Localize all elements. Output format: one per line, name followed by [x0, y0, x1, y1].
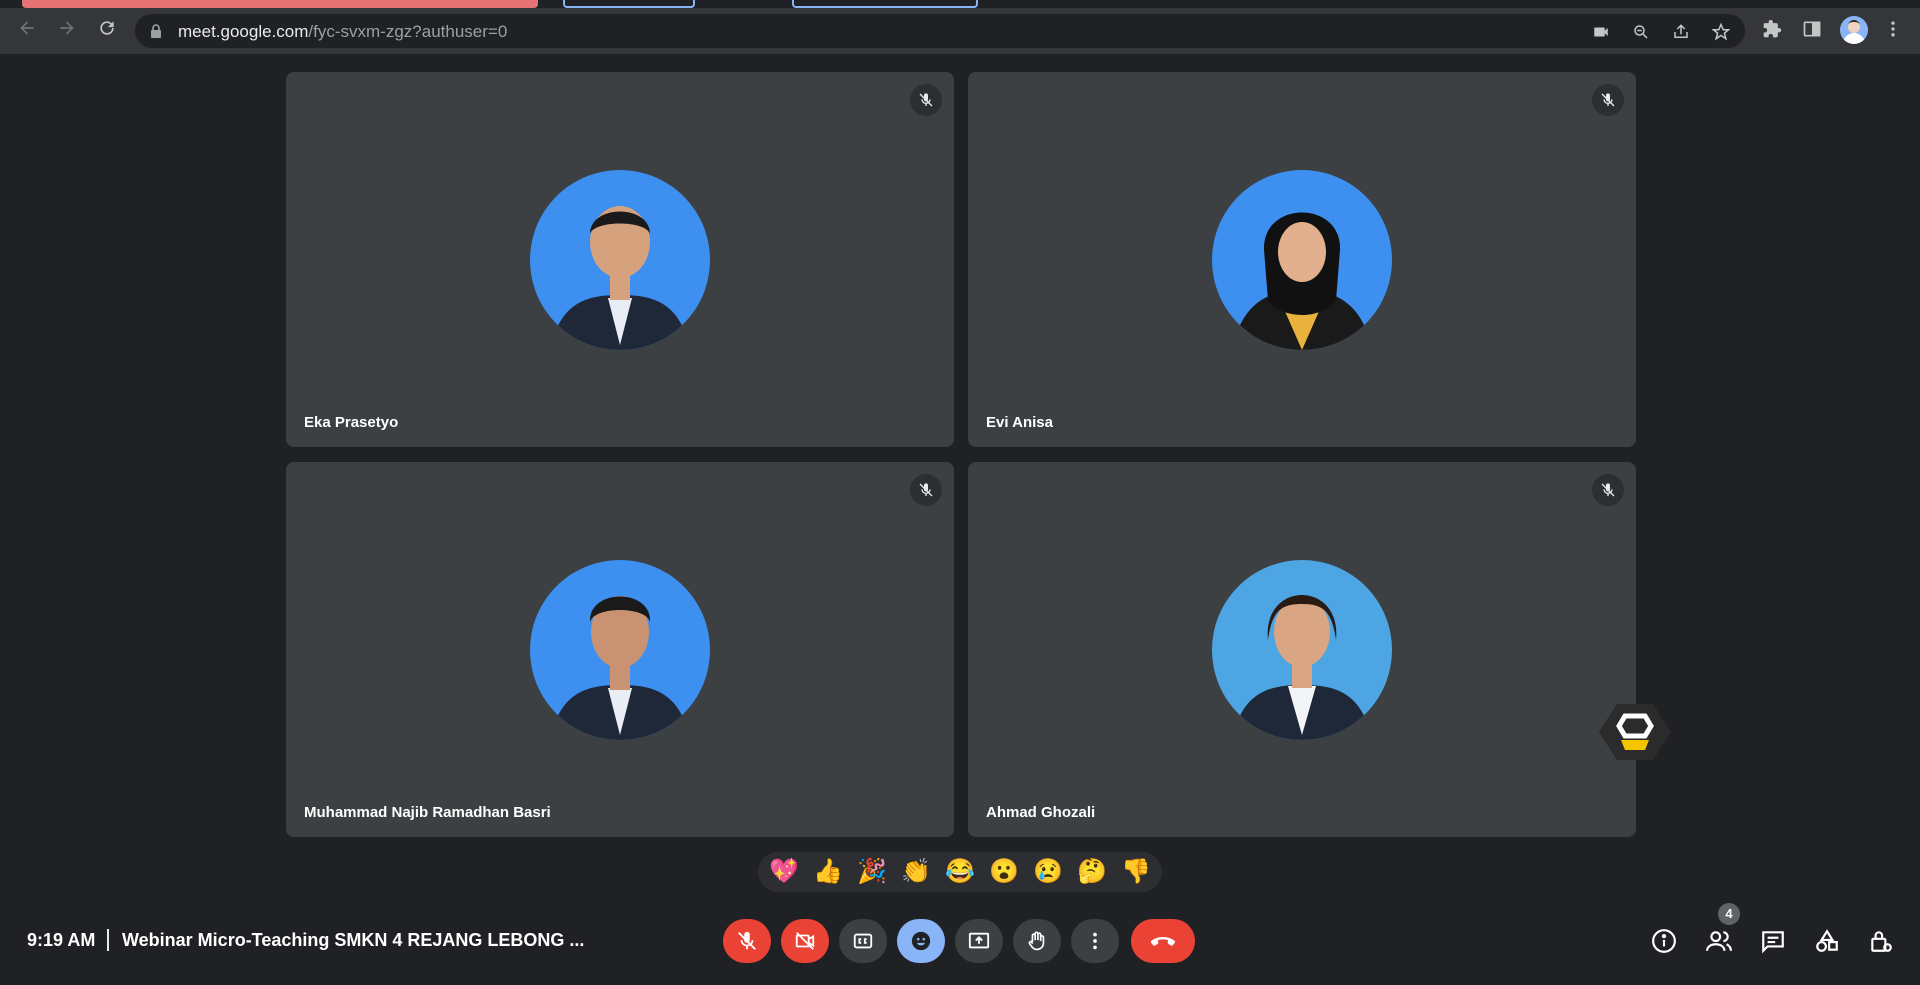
captions-icon	[853, 933, 873, 949]
emoji-icon	[911, 931, 931, 951]
muted-mic-icon	[910, 84, 942, 116]
zoom-icon[interactable]	[1630, 21, 1652, 43]
participant-tile[interactable]: Eka Prasetyo	[286, 72, 954, 447]
floating-extension-icon[interactable]	[1599, 702, 1671, 762]
reaction-thumbs-up[interactable]: 👍	[808, 852, 848, 892]
leave-call-button[interactable]	[1131, 919, 1195, 963]
reaction-bar: 💖 👍 🎉 👏 😂 😮 😢 🤔 👎	[758, 852, 1162, 892]
participant-tile[interactable]: Evi Anisa	[968, 72, 1636, 447]
reaction-clapping[interactable]: 👏	[896, 852, 936, 892]
side-panel-icon[interactable]	[1799, 16, 1825, 42]
url-text[interactable]: meet.google.com/fyc-svxm-zgz?authuser=0	[178, 22, 507, 42]
tab-indicator[interactable]	[22, 0, 538, 8]
participant-name: Eka Prasetyo	[304, 414, 399, 431]
reaction-laughing[interactable]: 😂	[940, 852, 980, 892]
camera-toggle-button[interactable]	[781, 919, 829, 963]
reaction-thinking[interactable]: 🤔	[1072, 852, 1112, 892]
url-path: /fyc-svxm-zgz?authuser=0	[308, 22, 508, 41]
avatar	[530, 170, 710, 350]
reaction-surprised[interactable]: 😮	[984, 852, 1024, 892]
present-icon	[968, 932, 990, 949]
url-host: meet.google.com	[178, 22, 309, 41]
avatar	[1212, 170, 1392, 350]
profile-avatar[interactable]	[1840, 16, 1868, 44]
tab-indicator[interactable]	[563, 0, 695, 8]
muted-mic-icon	[1592, 84, 1624, 116]
reaction-sparkling-heart[interactable]: 💖	[764, 852, 804, 892]
emoji-reaction-button[interactable]	[897, 919, 945, 963]
meeting-clock: 9:19 AM	[27, 930, 96, 950]
muted-mic-icon	[1592, 474, 1624, 506]
reaction-party-popper[interactable]: 🎉	[852, 852, 892, 892]
reaction-thumbs-down[interactable]: 👎	[1116, 852, 1156, 892]
browser-menu-icon[interactable]	[1880, 16, 1906, 42]
chat-icon[interactable]	[1758, 926, 1788, 956]
meeting-title: Webinar Micro-Teaching SMKN 4 REJANG LEB…	[122, 930, 585, 950]
participant-tile[interactable]: Muhammad Najib Ramadhan Basri	[286, 462, 954, 837]
muted-mic-icon	[910, 474, 942, 506]
address-bar[interactable]: meet.google.com/fyc-svxm-zgz?authuser=0	[135, 14, 1745, 48]
more-vert-icon	[1093, 932, 1097, 950]
participant-name: Muhammad Najib Ramadhan Basri	[304, 804, 551, 821]
meeting-details-icon[interactable]	[1649, 926, 1679, 956]
more-options-button[interactable]	[1071, 919, 1119, 963]
people-count-badge: 4	[1718, 903, 1740, 925]
hand-icon	[1028, 931, 1045, 951]
tab-strip	[0, 0, 1920, 8]
hang-up-icon	[1150, 937, 1176, 946]
activities-icon[interactable]	[1812, 926, 1842, 956]
raise-hand-button[interactable]	[1013, 919, 1061, 963]
mic-toggle-button[interactable]	[723, 919, 771, 963]
people-icon[interactable]	[1704, 926, 1734, 956]
share-icon[interactable]	[1670, 21, 1692, 43]
bookmark-star-icon[interactable]	[1710, 21, 1732, 43]
avatar	[530, 560, 710, 740]
captions-button[interactable]	[839, 919, 887, 963]
forward-button[interactable]	[53, 14, 81, 42]
participant-name: Evi Anisa	[986, 414, 1053, 431]
divider	[107, 929, 109, 951]
camera-icon[interactable]	[1590, 21, 1612, 43]
mic-off-icon	[738, 931, 756, 950]
reaction-crying[interactable]: 😢	[1028, 852, 1068, 892]
extensions-icon[interactable]	[1759, 16, 1785, 42]
participant-name: Ahmad Ghozali	[986, 804, 1096, 821]
browser-toolbar: meet.google.com/fyc-svxm-zgz?authuser=0	[0, 0, 1920, 54]
reload-button[interactable]	[93, 14, 121, 42]
participant-tile[interactable]: Ahmad Ghozali	[968, 462, 1636, 837]
lock-icon	[151, 24, 161, 38]
tab-indicator[interactable]	[792, 0, 978, 8]
camera-off-icon	[795, 932, 815, 950]
host-controls-icon[interactable]	[1866, 926, 1896, 956]
avatar	[1212, 560, 1392, 740]
present-screen-button[interactable]	[955, 919, 1003, 963]
back-button[interactable]	[13, 14, 41, 42]
